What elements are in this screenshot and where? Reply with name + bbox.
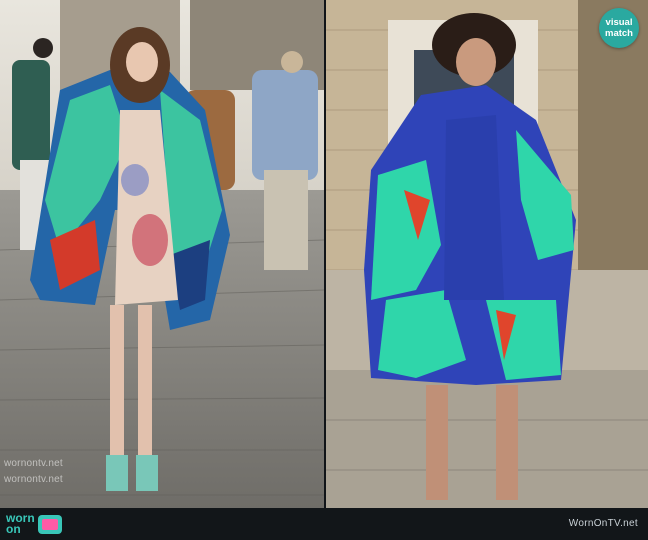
footer-bar: worn on WornOnTV.net: [0, 508, 648, 540]
product-photo: wornontv.net wornontv.net: [326, 0, 648, 508]
footer-site-link[interactable]: WornOnTV.net: [569, 518, 638, 529]
street-photo: wornontv.net wornontv.net: [0, 0, 324, 508]
model-photo-image: [326, 0, 648, 508]
tv-icon: [37, 514, 62, 534]
badge-line-2: match: [605, 28, 633, 39]
logo-wordmark: worn on: [6, 512, 35, 536]
logo-line-2: on: [6, 522, 21, 536]
wornontv-logo[interactable]: worn on: [6, 512, 62, 536]
badge-line-1: visual: [605, 17, 633, 28]
street-scene-image: [0, 0, 324, 508]
visual-match-badge: visual match: [599, 8, 639, 48]
